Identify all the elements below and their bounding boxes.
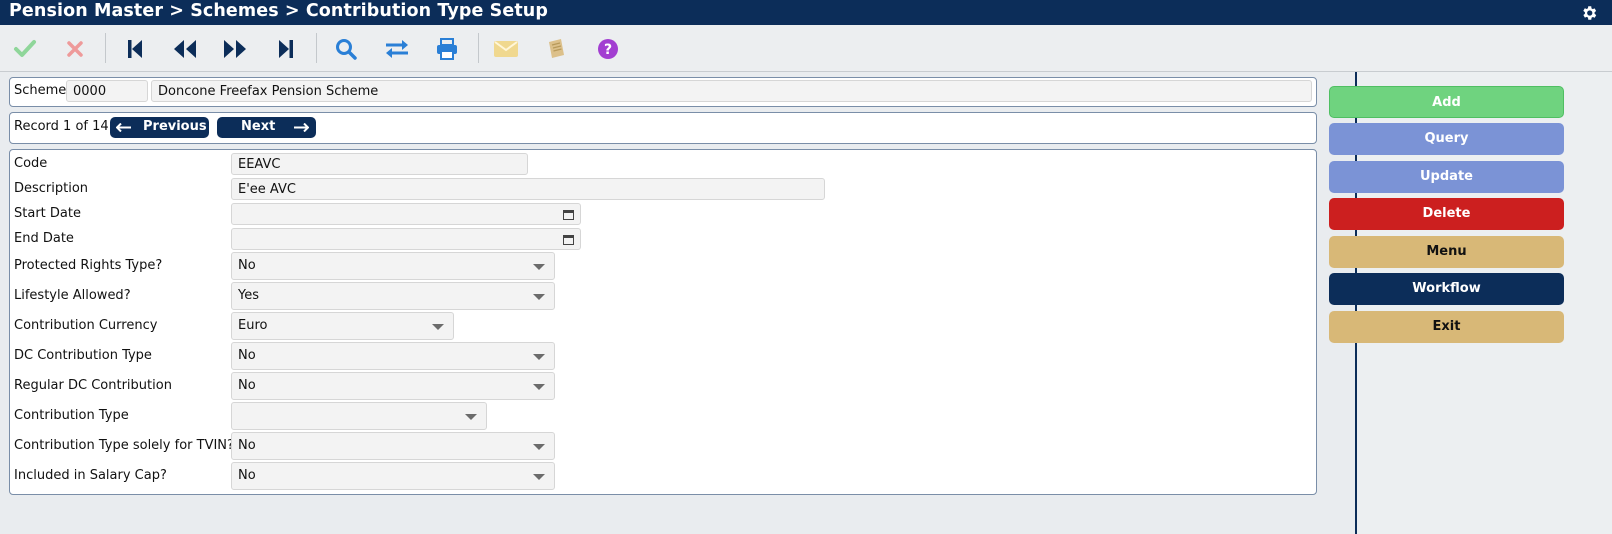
start-date-label: Start Date [14, 206, 81, 221]
chevron-down-icon [533, 264, 545, 270]
previous-button-label: Previous [143, 119, 207, 134]
arrow-right-icon [294, 123, 309, 132]
swap-icon[interactable] [384, 37, 410, 61]
help-icon[interactable]: ? [595, 37, 621, 61]
dc-type-select[interactable]: No [231, 342, 555, 370]
menu-button[interactable]: Menu [1329, 236, 1564, 268]
scheme-code-field[interactable]: 0000 [66, 80, 148, 102]
currency-label: Contribution Currency [14, 318, 158, 333]
title-bar: Pension Master > Schemes > Contribution … [0, 0, 1612, 25]
first-record-icon[interactable] [122, 37, 148, 61]
chevron-down-icon [533, 444, 545, 450]
previous-record-icon[interactable] [172, 37, 198, 61]
last-record-icon[interactable] [273, 37, 299, 61]
calendar-icon[interactable] [563, 209, 574, 220]
workflow-button[interactable]: Workflow [1329, 273, 1564, 305]
chevron-down-icon [465, 414, 477, 420]
record-counter: Record 1 of 14 [14, 119, 109, 134]
arrow-left-icon [116, 123, 131, 132]
description-label: Description [14, 181, 89, 196]
gear-icon[interactable] [1580, 4, 1598, 22]
chevron-down-icon [533, 354, 545, 360]
protected-rights-label: Protected Rights Type? [14, 258, 163, 273]
chevron-down-icon [432, 324, 444, 330]
toolbar: ? [0, 25, 1612, 72]
search-icon[interactable] [333, 37, 359, 61]
dc-type-label: DC Contribution Type [14, 348, 152, 363]
check-icon[interactable] [12, 37, 38, 61]
mail-icon[interactable] [493, 37, 519, 61]
chevron-down-icon [533, 384, 545, 390]
currency-value: Euro [238, 318, 268, 333]
delete-button[interactable]: Delete [1329, 198, 1564, 230]
start-date-field[interactable] [231, 203, 581, 225]
svg-text:?: ? [604, 42, 612, 58]
salary-cap-value: No [238, 468, 256, 483]
chevron-down-icon [533, 474, 545, 480]
description-field[interactable]: E'ee AVC [231, 178, 825, 200]
lifestyle-select[interactable]: Yes [231, 282, 555, 310]
end-date-label: End Date [14, 231, 74, 246]
regular-dc-select[interactable]: No [231, 372, 555, 400]
print-icon[interactable] [434, 37, 460, 61]
next-button[interactable]: Next [217, 117, 316, 138]
scheme-label: Scheme [14, 83, 67, 98]
cross-icon[interactable] [62, 37, 88, 61]
protected-rights-value: No [238, 258, 256, 273]
protected-rights-select[interactable]: No [231, 252, 555, 280]
add-button[interactable]: Add [1329, 86, 1564, 118]
scheme-name-field[interactable]: Doncone Freefax Pension Scheme [151, 80, 1312, 102]
exit-button[interactable]: Exit [1329, 311, 1564, 343]
regular-dc-value: No [238, 378, 256, 393]
previous-button[interactable]: Previous [110, 117, 209, 138]
end-date-field[interactable] [231, 228, 581, 250]
salary-cap-select[interactable]: No [231, 462, 555, 490]
currency-select[interactable]: Euro [231, 312, 454, 340]
dc-type-value: No [238, 348, 256, 363]
code-field[interactable]: EEAVC [231, 153, 528, 175]
contribution-type-label: Contribution Type [14, 408, 129, 423]
next-button-label: Next [241, 119, 276, 134]
code-label: Code [14, 156, 48, 171]
page-title: Pension Master > Schemes > Contribution … [9, 1, 548, 21]
toolbar-separator [105, 33, 106, 63]
regular-dc-label: Regular DC Contribution [14, 378, 172, 393]
chevron-down-icon [533, 294, 545, 300]
toolbar-separator [478, 33, 479, 63]
notebook-icon[interactable] [543, 37, 569, 61]
toolbar-separator [316, 33, 317, 63]
tvin-only-select[interactable]: No [231, 432, 555, 460]
query-button[interactable]: Query [1329, 123, 1564, 155]
salary-cap-label: Included in Salary Cap? [14, 468, 167, 483]
tvin-only-value: No [238, 438, 256, 453]
next-record-icon[interactable] [222, 37, 248, 61]
update-button[interactable]: Update [1329, 161, 1564, 193]
tvin-only-label: Contribution Type solely for TVIN? [14, 438, 234, 453]
contribution-type-select[interactable] [231, 402, 487, 430]
lifestyle-value: Yes [238, 288, 259, 303]
calendar-icon[interactable] [563, 234, 574, 245]
lifestyle-label: Lifestyle Allowed? [14, 288, 131, 303]
